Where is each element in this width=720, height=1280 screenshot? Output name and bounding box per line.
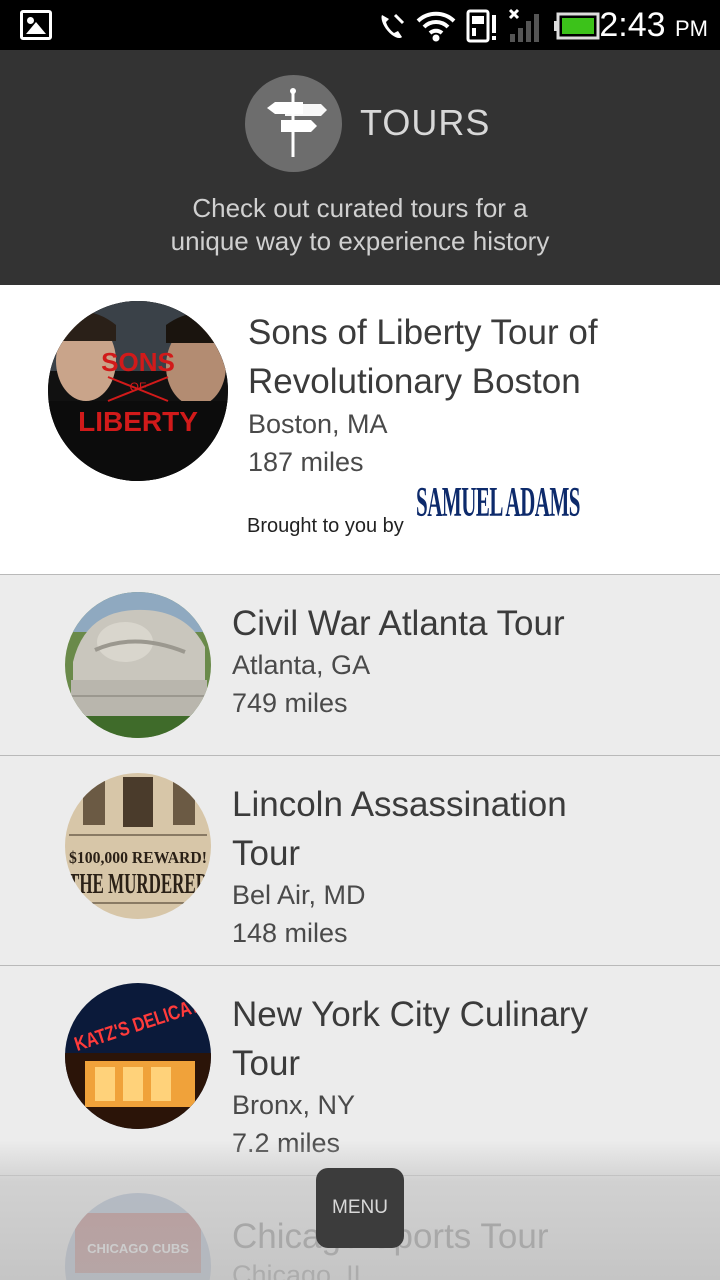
tour-meta: Atlanta, GA 749 miles (232, 646, 370, 722)
thumb-text-sons: SONS (101, 347, 175, 377)
signal-icon (508, 8, 544, 44)
tour-meta: Bel Air, MD 148 miles (232, 876, 366, 952)
clock-ampm: PM (675, 16, 708, 41)
sponsor-label: Brought to you by (247, 514, 404, 537)
status-icons (378, 6, 600, 46)
sim-card-icon (466, 9, 498, 43)
tour-distance: 7.2 miles (232, 1128, 341, 1158)
gallery-notification-icon (20, 10, 52, 40)
tour-title-line-1: New York City Culinary (232, 995, 588, 1034)
sponsor-logo: SAMUEL ADAMS (414, 480, 584, 572)
wifi-icon (416, 10, 456, 42)
subtitle-line-1: Check out curated tours for a (192, 193, 528, 223)
tour-location: Bronx, NY (232, 1090, 356, 1120)
sponsor-block: Brought to you by SAMUEL ADAMS (247, 480, 584, 572)
tour-distance: 749 miles (232, 688, 348, 718)
tour-list: SONS OF LIBERTY Sons of Liberty Tour of … (0, 285, 720, 1280)
tour-meta: Chicago, IL (232, 1256, 369, 1280)
tour-title-line-2: Tour (232, 1044, 301, 1083)
phone-icon (378, 11, 406, 41)
tour-title-line-1: Civil War Atlanta Tour (232, 604, 565, 643)
sponsor-logo-text: SAMUEL ADAMS (416, 480, 580, 526)
tour-meta: Bronx, NY 7.2 miles (232, 1086, 355, 1162)
clock-time: 2:43 (599, 6, 666, 44)
tour-title: Sons of Liberty Tour of Revolutionary Bo… (248, 308, 598, 406)
clock: 2:43 PM (599, 5, 708, 49)
tour-distance: 148 miles (232, 918, 348, 948)
thumb-text-liberty: LIBERTY (78, 406, 198, 437)
tour-thumbnail (65, 592, 211, 738)
thumb-text-reward: $100,000 REWARD! (69, 848, 207, 867)
tour-thumbnail: SONS OF LIBERTY (48, 301, 228, 481)
tour-location: Boston, MA (248, 409, 388, 439)
tour-location: Chicago, IL (232, 1260, 369, 1280)
tour-thumbnail: CHICAGO CUBS (65, 1193, 211, 1280)
tour-title: Civil War Atlanta Tour (232, 599, 565, 648)
tour-title-line-2: Tour (232, 834, 301, 873)
tour-thumbnail: KATZ'S DELICAT (65, 983, 211, 1129)
thumb-text-murderer: THE MURDERER (68, 869, 208, 900)
tours-header: TOURS Check out curated tours for a uniq… (0, 50, 720, 285)
tour-item-lincoln-assassination[interactable]: $100,000 REWARD! THE MURDERER Lincoln As… (0, 756, 720, 966)
menu-button[interactable]: MENU (316, 1168, 404, 1248)
tour-location: Bel Air, MD (232, 880, 366, 910)
tour-item-civil-war-atlanta[interactable]: Civil War Atlanta Tour Atlanta, GA 749 m… (0, 575, 720, 756)
tour-meta: Boston, MA 187 miles (248, 405, 388, 481)
tour-item-sons-of-liberty[interactable]: SONS OF LIBERTY Sons of Liberty Tour of … (0, 285, 720, 575)
tour-distance: 187 miles (248, 447, 364, 477)
subtitle-line-2: unique way to experience history (170, 226, 550, 256)
status-bar: 2:43 PM (0, 0, 720, 50)
page-title: TOURS (360, 102, 491, 143)
tour-title-line-1: Lincoln Assassination (232, 785, 567, 824)
page-subtitle: Check out curated tours for a unique way… (0, 192, 720, 258)
tour-title-line-1: Sons of Liberty Tour of (248, 313, 598, 352)
tour-location: Atlanta, GA (232, 650, 371, 680)
tour-title: New York City Culinary Tour (232, 990, 588, 1088)
tour-thumbnail: $100,000 REWARD! THE MURDERER (65, 773, 211, 919)
thumb-text-sign: CHICAGO CUBS (87, 1241, 189, 1256)
signpost-icon (245, 75, 342, 172)
battery-icon (554, 12, 600, 40)
tour-title: Lincoln Assassination Tour (232, 780, 567, 878)
tour-title-line-2: Revolutionary Boston (248, 362, 581, 401)
tour-item-nyc-culinary[interactable]: KATZ'S DELICAT New York City Culinary To… (0, 966, 720, 1176)
